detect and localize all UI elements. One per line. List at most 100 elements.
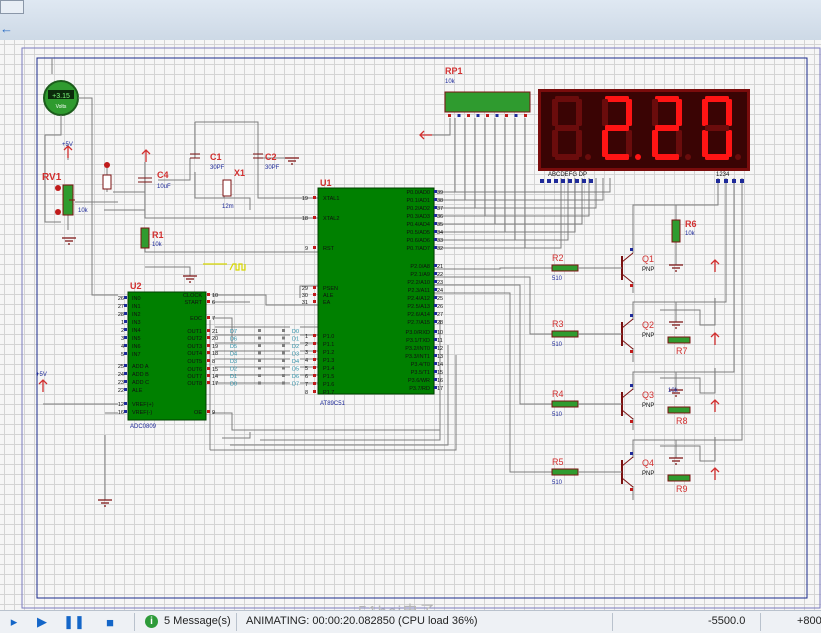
u2-ref: U2 <box>130 281 142 291</box>
resistor-ref: R3 <box>552 319 564 329</box>
pause-icon[interactable]: ❚❚ <box>63 614 85 630</box>
d-bus-label: D1 <box>230 374 237 380</box>
coord-y: +800 <box>797 615 821 627</box>
pin-marker <box>434 312 437 315</box>
u2-part: ADC0809 <box>130 424 157 430</box>
u2-pin-number: 20 <box>212 336 218 342</box>
resistor-value: 510 <box>552 480 563 486</box>
u2-pin-number: 28 <box>118 312 124 318</box>
u2-pin-label: IN6 <box>132 344 141 350</box>
u2-pin-label: OUT6 <box>187 367 202 373</box>
display-seg-pin <box>547 179 551 183</box>
pin-marker <box>124 372 127 375</box>
pin-marker <box>313 216 316 219</box>
seven-segment-display[interactable] <box>538 89 750 171</box>
transistor-type: PNP <box>642 403 654 409</box>
segment-dp <box>585 154 591 160</box>
u1-pin-number: 16 <box>437 378 443 384</box>
plus5v-label-1: +5V <box>62 142 73 148</box>
segment-f <box>652 99 658 126</box>
u2-pin-number: 9 <box>212 410 215 416</box>
pin-marker <box>313 286 316 289</box>
u2-pin-number: 2 <box>121 328 124 334</box>
u1-pin-number: 11 <box>437 338 443 344</box>
u1-pin-label: EA <box>323 300 331 306</box>
u1-pin-number: 31 <box>302 300 308 306</box>
transistor-type: PNP <box>642 471 654 477</box>
pin-marker <box>124 336 127 339</box>
pin-marker <box>630 314 633 317</box>
pin-marker <box>434 346 437 349</box>
info-icon[interactable]: i <box>145 615 158 628</box>
segment-e <box>702 130 708 157</box>
u2-pin-label: IN7 <box>132 352 141 358</box>
segment-d <box>705 154 729 160</box>
u1-pin-number: 28 <box>437 320 443 326</box>
pin-marker <box>313 196 316 199</box>
stop-icon[interactable]: ■ <box>102 614 118 630</box>
data-bus-labels: D7D6D5D4D3D2D1D0D0D1D2D3D4D5D6D7 <box>230 329 299 388</box>
transistor-ref: Q3 <box>642 390 654 400</box>
x1-crystal[interactable] <box>222 179 232 197</box>
pin-marker <box>313 390 316 393</box>
junction <box>258 381 261 385</box>
u1-pin-number: 13 <box>437 354 443 360</box>
resistor-ref: R4 <box>552 389 564 399</box>
transistor-ref: Q4 <box>642 458 654 468</box>
pin-marker <box>434 338 437 341</box>
u1-pin-number: 21 <box>437 264 443 270</box>
voltmeter[interactable]: +3.15 Volts <box>43 80 79 116</box>
pin-marker <box>630 384 633 387</box>
display-com-pin <box>716 179 720 183</box>
display-com-pin <box>724 179 728 183</box>
pin-marker <box>313 293 316 296</box>
junction <box>282 329 285 332</box>
back-arrow-icon[interactable]: ← <box>0 22 14 36</box>
pin-marker <box>313 350 316 353</box>
pin-marker <box>630 420 633 423</box>
rp1-pin-marker <box>524 114 527 117</box>
u2-pin-label: IN4 <box>132 328 141 334</box>
pin-marker <box>434 386 437 389</box>
step-icon[interactable]: ▸ <box>6 614 22 630</box>
resistor-value: 510 <box>552 276 563 282</box>
window-control[interactable] <box>0 0 24 14</box>
c1-val: 30PF <box>210 165 225 171</box>
u2-pin-label: EOC <box>190 316 202 322</box>
pin-marker <box>434 320 437 323</box>
pin-marker <box>207 300 210 303</box>
r1-resistor[interactable] <box>140 227 150 249</box>
segment-d <box>555 154 579 160</box>
pin-marker <box>434 206 437 209</box>
rp1-pin-marker <box>505 114 508 117</box>
u1-pin-label: P2.3/A11 <box>408 288 430 294</box>
play-icon[interactable]: ▶ <box>34 614 50 630</box>
segment-d <box>605 154 629 160</box>
clock-generator[interactable] <box>203 263 246 271</box>
u1-pin-label: P0.5/AD5 <box>406 230 430 236</box>
reset-cap-block[interactable] <box>102 162 112 190</box>
r6-resistor[interactable] <box>671 219 681 243</box>
pin-marker <box>434 190 437 193</box>
segment-b <box>576 99 582 126</box>
u1-pin-number: 34 <box>437 230 443 236</box>
x1-val: 12m <box>222 204 234 210</box>
u1-pin-label: P1.5 <box>323 374 334 380</box>
u1-pin-label: PSEN <box>323 286 338 292</box>
segment-f <box>552 99 558 126</box>
segment-g <box>705 125 729 131</box>
messages-count[interactable]: 5 Message(s) <box>164 615 231 627</box>
u2-pin-number: 26 <box>118 296 124 302</box>
u1-pin-number: 4 <box>305 358 308 364</box>
animating-status: ANIMATING: 00:00:20.082850 (CPU load 36%… <box>246 615 478 627</box>
u1-pin-label: P1.1 <box>323 342 334 348</box>
d-bus-label: D5 <box>230 344 237 350</box>
rv1-potentiometer[interactable] <box>55 184 75 216</box>
pin-marker <box>434 264 437 267</box>
u1-pin-label: P3.3/INT1 <box>405 354 430 360</box>
pin-marker <box>124 388 127 391</box>
pin-marker <box>434 378 437 381</box>
c2-val: 30PF <box>265 165 280 171</box>
rp1-resistor-pack[interactable] <box>444 91 531 113</box>
p1-bus-label: D0 <box>292 329 299 335</box>
